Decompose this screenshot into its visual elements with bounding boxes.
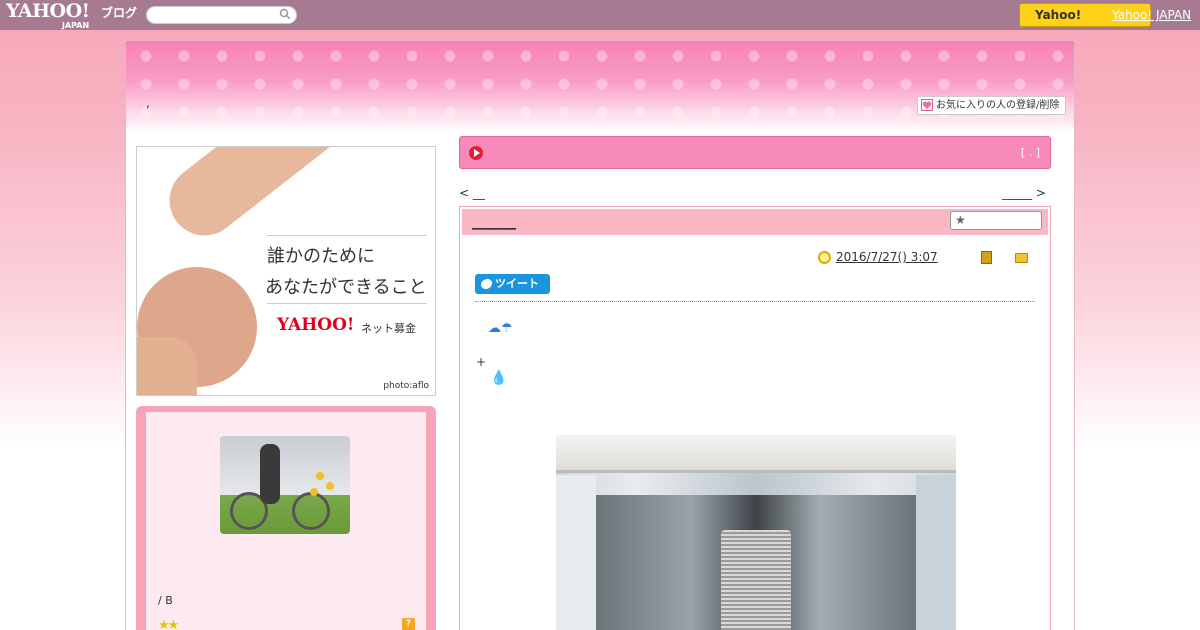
- tweet-label: ツイート: [495, 277, 539, 290]
- banner-credit: photo:aflo: [383, 381, 429, 391]
- post-date[interactable]: 2016/7/27() 3:07: [836, 250, 938, 264]
- banner-headline-1: 誰かのために: [267, 246, 375, 267]
- heart-icon: [921, 99, 933, 111]
- prev-post-link[interactable]: < __: [459, 186, 485, 200]
- favorite-register-label: お気に入りの人の登録/削除: [936, 100, 1060, 111]
- avatar[interactable]: [220, 436, 350, 534]
- folder-icon[interactable]: [1015, 253, 1028, 263]
- photo-detail: [556, 475, 596, 630]
- profile-name: / B: [158, 594, 173, 607]
- tweet-button[interactable]: ツイート: [475, 274, 550, 294]
- flower-image: [310, 488, 318, 496]
- bicycle-wheel: [292, 492, 330, 530]
- figure-image: [260, 444, 280, 504]
- weather-emoji: ☁☂: [488, 321, 513, 336]
- post-title[interactable]: ________: [472, 217, 516, 230]
- divider: [475, 301, 1035, 302]
- blog-label[interactable]: ブログ: [101, 4, 137, 21]
- banner-logo-sub: ネット募金: [361, 322, 416, 335]
- flower-image: [326, 482, 334, 490]
- logo-sub-text: JAPAN: [62, 21, 90, 30]
- star-icon: ★: [955, 213, 966, 227]
- blog-frame: , お気に入りの人の登録/削除 誰かのために あなたができること YAHOO! …: [125, 40, 1075, 630]
- star-rating: ★★: [158, 618, 179, 630]
- bar-right-text: [ . ]: [1020, 146, 1040, 159]
- blog-header: , お気に入りの人の登録/削除: [126, 41, 1074, 133]
- photo-detail: [916, 475, 956, 630]
- clock-icon: [818, 251, 831, 264]
- search-box[interactable]: [146, 6, 297, 24]
- top-bar: YAHOO! JAPAN ブログ Yahoo! Yahoo! JAPAN: [0, 0, 1200, 30]
- star-button[interactable]: ★: [950, 211, 1042, 230]
- profile-inner: / B ★★ ?: [146, 412, 426, 630]
- net-donation-banner[interactable]: 誰かのために あなたができること YAHOO! ネット募金 photo:aflo: [136, 146, 436, 396]
- post-text: +: [476, 355, 487, 369]
- pink-title-bar: [ . ]: [459, 136, 1051, 169]
- hand-image-part: [137, 337, 197, 395]
- twitter-bird-icon: [481, 279, 492, 289]
- water-drop-emoji: 💧: [490, 370, 508, 386]
- photo-detail: [556, 435, 956, 473]
- flower-image: [316, 472, 324, 480]
- search-input[interactable]: [153, 7, 281, 23]
- favorite-register-button[interactable]: お気に入りの人の登録/削除: [917, 96, 1066, 115]
- banner-divider: [267, 235, 427, 236]
- post-header: ________ ★: [462, 209, 1048, 235]
- next-post-link[interactable]: _____ >: [1002, 186, 1046, 200]
- blog-post: ________ ★ 2016/7/27() 3:07 ツイート ☁☂ + 💧: [459, 206, 1051, 630]
- banner-divider: [267, 303, 427, 304]
- banner-yahoo-logo: YAHOO!: [277, 315, 355, 335]
- yahoo-japan-link[interactable]: Yahoo! JAPAN: [1112, 8, 1191, 22]
- search-icon[interactable]: [279, 8, 291, 20]
- yahoo-logo[interactable]: YAHOO! JAPAN: [6, 2, 90, 31]
- photo-detail: [721, 530, 791, 630]
- profile-panel: / B ★★ ?: [136, 406, 436, 630]
- blog-title: ,: [146, 96, 150, 110]
- book-icon[interactable]: [981, 251, 992, 264]
- banner-headline-2: あなたができること: [265, 277, 427, 298]
- play-icon[interactable]: [469, 146, 483, 160]
- post-photo[interactable]: [556, 435, 956, 630]
- question-icon[interactable]: ?: [402, 618, 415, 630]
